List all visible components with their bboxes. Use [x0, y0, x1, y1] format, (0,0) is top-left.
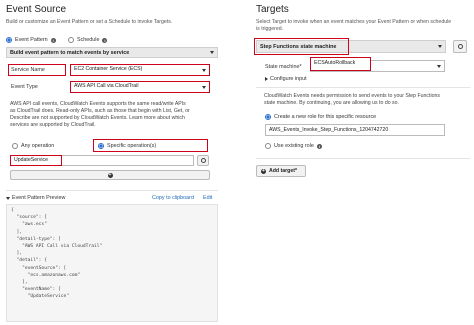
description-line: Select Target to invoke when an event ma… [256, 19, 452, 25]
code-line: "source": [ [11, 215, 47, 221]
event-type-select[interactable]: AWS API Call via CloudTrail [70, 81, 210, 93]
note-line: Describe are not supported by CloudWatch… [10, 115, 185, 122]
code-line: "ecs.amazonaws.com" [11, 272, 81, 278]
event-type-label: Event Type [11, 84, 38, 90]
event-source-title: Event Source [6, 4, 67, 15]
remove-operation-button[interactable] [197, 155, 209, 166]
copy-to-clipboard-link[interactable]: Copy to clipboard [152, 195, 194, 201]
info-icon[interactable]: i [102, 37, 108, 43]
plus-icon: + [261, 167, 266, 174]
info-icon[interactable]: i [50, 37, 56, 43]
state-machine-value: ECSAutoRollback [314, 60, 356, 66]
role-name-value: AWS_Events_Invoke_Step_Functions_1204742… [269, 127, 389, 133]
code-line: "eventName": [ [11, 287, 61, 293]
specific-operation-radio[interactable]: Specific operation(s) [93, 139, 208, 152]
chevron-down-icon [438, 45, 442, 48]
service-name-label: Service Name [11, 67, 45, 73]
build-pattern-label: Build event pattern to match events by s… [10, 50, 130, 56]
code-line: ], [11, 229, 23, 235]
chevron-down-icon [202, 68, 206, 72]
target-type-highlight [254, 38, 349, 55]
configure-input-toggle[interactable]: Configure input [265, 76, 307, 82]
api-call-note: AWS API call events, CloudWatch Events s… [10, 101, 225, 129]
plus-icon: + [107, 171, 113, 178]
radio-dot-off [12, 143, 18, 149]
schedule-label: Schedule [77, 37, 100, 43]
code-line: "aws.ecs" [11, 222, 47, 228]
operation-value-box[interactable]: UpdateService [10, 155, 62, 166]
code-line: ], [11, 251, 23, 257]
description-line: is triggered. [256, 26, 284, 33]
permission-note: CloudWatch Events needs permission to se… [264, 93, 470, 107]
chevron-down-icon [202, 85, 206, 89]
existing-role-radio[interactable]: Use existing role i [265, 142, 322, 150]
preview-toggle[interactable]: Event Pattern Preview [6, 195, 65, 201]
caret-right-icon [265, 77, 268, 81]
code-line: "detail": { [11, 258, 47, 264]
state-machine-value-box[interactable]: ECSAutoRollback [310, 57, 371, 71]
code-line: ], [11, 280, 28, 286]
target-settings-button[interactable] [453, 40, 467, 53]
note-line: as CloudTrail does. Read-only APIs, such… [10, 108, 190, 115]
schedule-radio[interactable]: Schedule i [68, 36, 108, 44]
configure-input-label: Configure input [270, 76, 307, 82]
event-source-description: Build or customize an Event Pattern or s… [6, 19, 173, 25]
gear-icon [200, 158, 206, 163]
existing-role-label: Use existing role [274, 143, 314, 149]
event-pattern-preview: { "source": [ "aws.ecs" ], "detail-type"… [6, 204, 218, 322]
code-line: "UpdateService" [11, 294, 70, 300]
code-line: "eventSource": [ [11, 265, 67, 271]
state-machine-label: State machine* [265, 64, 302, 70]
code-line: "detail-type": [ [11, 236, 61, 242]
radio-dot-off [265, 143, 271, 149]
code-line: { [11, 208, 14, 213]
event-pattern-label: Event Pattern [15, 37, 48, 43]
add-operation-button[interactable]: + [10, 170, 210, 180]
targets-title: Targets [256, 4, 289, 15]
any-operation-label: Any operation [21, 143, 55, 149]
radio-dot-on [98, 142, 104, 149]
divider [256, 158, 470, 159]
divider [6, 190, 218, 191]
service-name-value: EC2 Container Service (ECS) [74, 66, 143, 72]
add-target-button[interactable]: + Add target* [256, 165, 306, 177]
gear-icon [457, 44, 463, 49]
edit-link[interactable]: Edit [203, 195, 212, 201]
chevron-down-icon [210, 51, 214, 54]
chevron-down-icon [437, 64, 441, 68]
note-line: AWS API call events, CloudWatch Events s… [10, 101, 186, 107]
add-target-label: Add target* [269, 168, 297, 174]
event-type-value: AWS API Call via CloudTrail [74, 83, 139, 89]
caret-down-icon [6, 196, 10, 200]
radio-dot-on [265, 114, 271, 120]
specific-operation-label: Specific operation(s) [107, 142, 157, 149]
targets-description: Select Target to invoke when an event ma… [256, 19, 470, 33]
event-pattern-radio[interactable]: Event Pattern i [6, 36, 56, 44]
radio-dot-on [6, 37, 12, 43]
radio-dot-off [68, 37, 74, 43]
preview-label: Event Pattern Preview [12, 195, 66, 201]
info-icon[interactable]: i [316, 143, 322, 149]
code-line: "AWS API Call via CloudTrail" [11, 244, 103, 250]
create-role-label: Create a new role for this specific reso… [274, 114, 377, 120]
any-operation-radio[interactable]: Any operation [12, 142, 54, 150]
service-name-select[interactable]: EC2 Container Service (ECS) [70, 64, 210, 76]
role-name-input[interactable]: AWS_Events_Invoke_Step_Functions_1204742… [265, 124, 445, 136]
build-pattern-dropdown[interactable]: Build event pattern to match events by s… [6, 47, 218, 58]
create-role-radio[interactable]: Create a new role for this specific reso… [265, 113, 376, 121]
operation-value: UpdateService [14, 157, 49, 163]
permission-line: state machine. By continuing, you are al… [264, 100, 399, 107]
note-line: services are supported by CloudTrail. [10, 122, 96, 129]
permission-line: CloudWatch Events needs permission to se… [264, 93, 440, 99]
divider [256, 87, 470, 88]
